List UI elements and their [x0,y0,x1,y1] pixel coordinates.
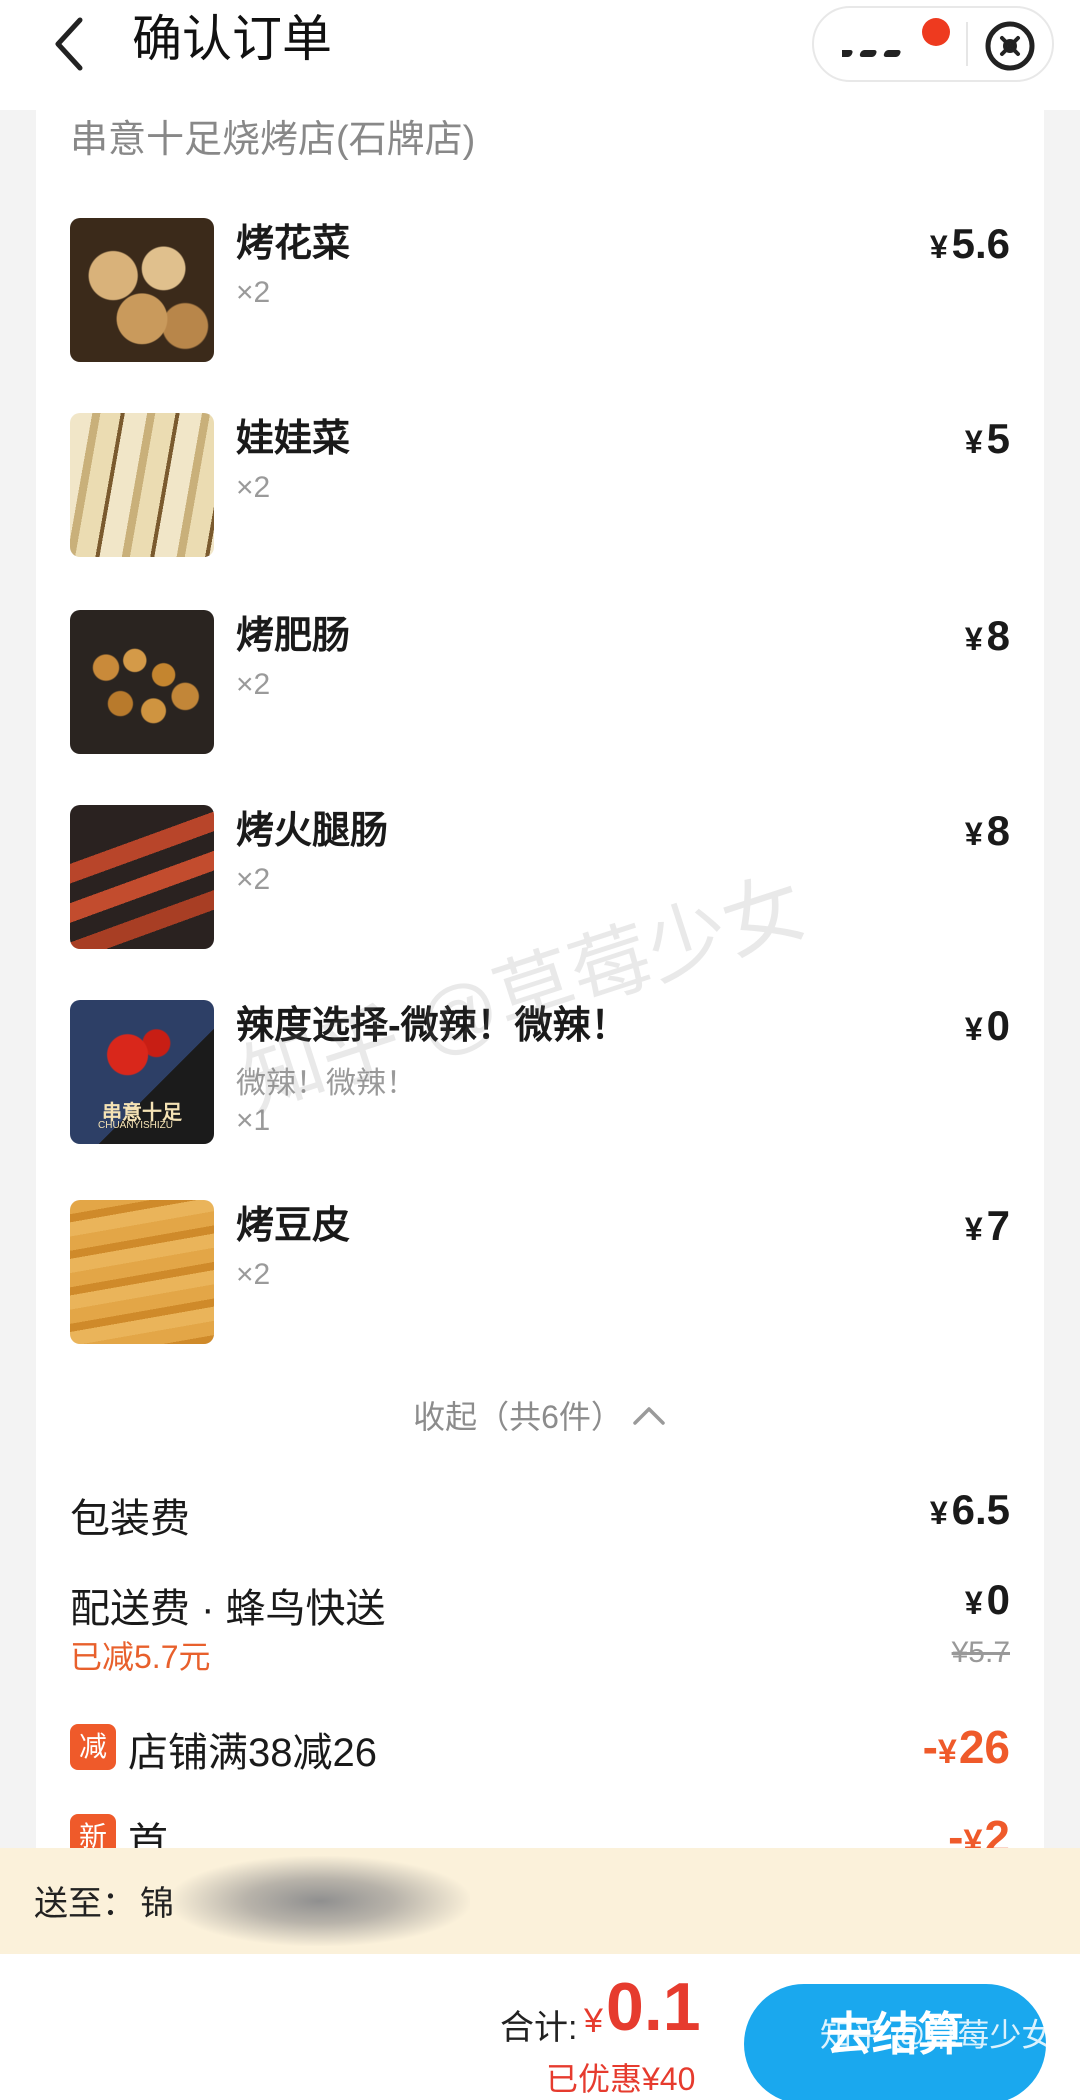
item-quantity: ×2 [236,863,271,896]
delivery-address-bar[interactable]: 送至： 锦 [0,1848,1080,1954]
total-currency-symbol: ¥ [584,2002,603,2040]
item-name: 烤肥肠 [236,615,351,657]
delivery-discount-note: 已减5.7元 [70,1639,211,1675]
collapse-label: 收起（共6件） [413,1399,623,1435]
watermark-bottom: 知乎 @草莓少女 [820,2017,1054,2053]
more-button[interactable] [834,18,950,74]
page-title: 确认订单 [132,11,332,67]
order-item: 娃娃菜 ×2 ¥5 [36,413,1044,563]
total-amount: 0.1 [606,1969,701,2045]
total-label: 合计: [500,2009,578,2047]
item-price: ¥5.6 [930,220,1010,268]
item-thumbnail [70,610,214,754]
chevron-up-icon [633,1407,665,1425]
item-quantity: ×2 [236,668,271,701]
item-thumbnail [70,805,214,949]
item-thumbnail [70,218,214,362]
promotion-label: 店铺满38减26 [128,1731,377,1775]
order-confirm-page: 确认订单 串意十足烧烤店(石牌店) 烤花菜 ×2 ¥5.6 娃娃菜 ×2 ¥5 … [0,0,1080,2100]
collapse-items-toggle[interactable]: 收起（共6件） [36,1390,1044,1440]
item-thumbnail: 串意十足 CHUANYISHIZU [70,1000,214,1144]
currency-symbol: ¥ [964,1585,983,1621]
item-price: ¥8 [965,807,1010,855]
currency-symbol: ¥ [964,1011,983,1047]
promotion-amount: 26 [958,1721,1010,1773]
more-dots-icon [842,50,901,57]
item-thumbnail [70,413,214,557]
packaging-fee-label: 包装费 [70,1497,190,1541]
item-quantity: ×2 [236,276,271,309]
delivery-original-price: ¥5.7 [951,1636,1010,1669]
item-quantity: ×2 [236,1258,271,1291]
item-price-value: 7 [986,1202,1010,1249]
mini-program-capsule [812,6,1054,82]
item-price: ¥8 [965,612,1010,660]
item-price-value: 5 [986,415,1010,462]
item-name: 娃娃菜 [236,418,351,460]
item-name: 烤豆皮 [236,1205,351,1247]
close-button[interactable] [980,16,1040,76]
item-price-value: 5.6 [951,220,1010,267]
promotion-badge: 减 [70,1724,116,1770]
item-price: ¥5 [965,415,1010,463]
chevron-left-icon [55,17,83,71]
packaging-fee-value: ¥6.5 [930,1486,1010,1534]
currency-symbol: ¥ [964,1211,983,1247]
currency-symbol: ¥ [929,229,948,265]
delivery-address: 锦 [140,1885,174,1923]
item-price: ¥0 [965,1002,1010,1050]
item-price-value: 0 [986,1002,1010,1049]
close-circle-icon [985,21,1035,71]
item-name: 烤花菜 [236,223,351,265]
delivery-fee-label: 配送费 · 蜂鸟快送 [70,1587,386,1631]
item-quantity: ×2 [236,471,271,504]
thumbnail-logo-subtext: CHUANYISHIZU [98,1120,174,1131]
total-discount: 已优惠¥40 [546,2061,696,2097]
top-bar: 确认订单 [0,0,1080,110]
item-price-value: 8 [986,807,1010,854]
currency-symbol: ¥ [929,1495,948,1531]
order-item: 烤肥肠 ×2 ¥8 [36,610,1044,760]
currency-symbol: ¥ [964,816,983,852]
address-blur-mask [170,1856,470,1946]
order-item: 烤豆皮 ×2 ¥7 [36,1200,1044,1350]
currency-symbol: ¥ [964,621,983,657]
shop-name[interactable]: 串意十足烧烤店(石牌店) [70,110,475,170]
capsule-divider [966,22,968,66]
item-thumbnail [70,1200,214,1344]
order-item: 烤花菜 ×2 ¥5.6 [36,218,1044,368]
promotion-value: -¥26 [923,1720,1010,1774]
back-button[interactable] [40,14,100,74]
delivery-fee-amount: 0 [986,1576,1010,1623]
currency-symbol: ¥ [937,1733,957,1771]
packaging-fee-amount: 6.5 [951,1486,1010,1533]
minus-sign: - [922,1721,938,1773]
item-price-value: 8 [986,612,1010,659]
delivery-fee-value: ¥0 [965,1576,1010,1624]
delivery-label: 送至： [34,1885,136,1923]
notification-dot [922,18,950,46]
item-price: ¥7 [965,1202,1010,1250]
currency-symbol: ¥ [964,424,983,460]
item-name: 烤火腿肠 [236,810,389,852]
